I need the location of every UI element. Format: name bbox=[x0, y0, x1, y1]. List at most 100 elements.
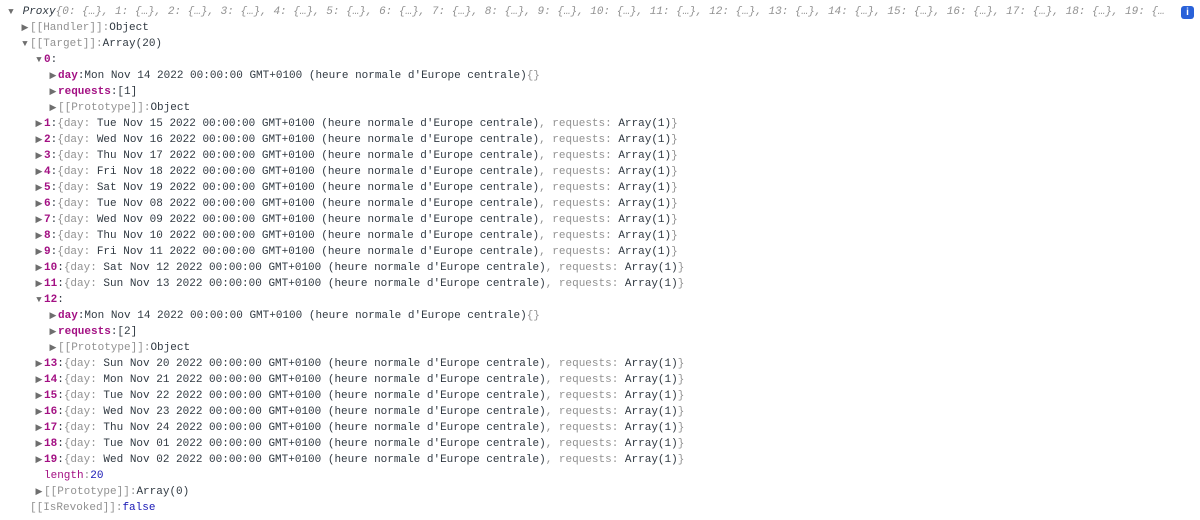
prop-value: [1] bbox=[117, 84, 137, 100]
disclosure-right-icon[interactable]: ▶ bbox=[34, 148, 44, 164]
disclosure-right-icon[interactable]: ▶ bbox=[34, 276, 44, 292]
object-preview: {} bbox=[527, 308, 540, 324]
disclosure-right-icon[interactable]: ▶ bbox=[34, 420, 44, 436]
index-label: 15 bbox=[44, 388, 57, 404]
prop-value: [2] bbox=[117, 324, 137, 340]
array-item-row[interactable]: ▶16: {day: Wed Nov 23 2022 00:00:00 GMT+… bbox=[6, 404, 1194, 420]
index-label: 7 bbox=[44, 212, 51, 228]
disclosure-right-icon[interactable]: ▶ bbox=[34, 228, 44, 244]
object-root-row[interactable]: ▼ Proxy {0: {…}, 1: {…}, 2: {…}, 3: {…},… bbox=[6, 4, 1194, 20]
disclosure-right-icon[interactable]: ▶ bbox=[34, 356, 44, 372]
array-item-row[interactable]: ▼ 12: bbox=[6, 292, 1194, 308]
object-preview: {day: Wed Nov 02 2022 00:00:00 GMT+0100 … bbox=[64, 452, 685, 468]
array-item-row[interactable]: ▶14: {day: Mon Nov 21 2022 00:00:00 GMT+… bbox=[6, 372, 1194, 388]
index-label: 8 bbox=[44, 228, 51, 244]
array-item-row[interactable]: ▶17: {day: Thu Nov 24 2022 00:00:00 GMT+… bbox=[6, 420, 1194, 436]
array-item-row[interactable]: ▶11: {day: Sun Nov 13 2022 00:00:00 GMT+… bbox=[6, 276, 1194, 292]
disclosure-right-icon[interactable]: ▶ bbox=[34, 116, 44, 132]
object-preview: {day: Sun Nov 20 2022 00:00:00 GMT+0100 … bbox=[64, 356, 685, 372]
disclosure-right-icon[interactable]: ▶ bbox=[34, 484, 44, 500]
property-row[interactable]: ▶ day: Mon Nov 14 2022 00:00:00 GMT+0100… bbox=[6, 68, 1194, 84]
index-label: 2 bbox=[44, 132, 51, 148]
array-item-row[interactable]: ▶3: {day: Thu Nov 17 2022 00:00:00 GMT+0… bbox=[6, 148, 1194, 164]
disclosure-right-icon[interactable]: ▶ bbox=[34, 404, 44, 420]
disclosure-right-icon[interactable]: ▶ bbox=[34, 196, 44, 212]
index-label: 11 bbox=[44, 276, 57, 292]
index-label: 17 bbox=[44, 420, 57, 436]
disclosure-right-icon[interactable]: ▶ bbox=[48, 324, 58, 340]
object-preview: {day: Wed Nov 09 2022 00:00:00 GMT+0100 … bbox=[57, 212, 678, 228]
index-label: 10 bbox=[44, 260, 57, 276]
object-preview: {day: Thu Nov 10 2022 00:00:00 GMT+0100 … bbox=[57, 228, 678, 244]
array-item-row[interactable]: ▶5: {day: Sat Nov 19 2022 00:00:00 GMT+0… bbox=[6, 180, 1194, 196]
object-preview: {day: Thu Nov 17 2022 00:00:00 GMT+0100 … bbox=[57, 148, 678, 164]
prop-value: Object bbox=[109, 20, 149, 36]
disclosure-down-icon[interactable]: ▼ bbox=[34, 292, 44, 308]
info-icon[interactable]: i bbox=[1181, 6, 1194, 19]
disclosure-right-icon[interactable]: ▶ bbox=[48, 340, 58, 356]
index-label: 9 bbox=[44, 244, 51, 260]
disclosure-right-icon[interactable]: ▶ bbox=[48, 100, 58, 116]
array-item-row[interactable]: ▶4: {day: Fri Nov 18 2022 00:00:00 GMT+0… bbox=[6, 164, 1194, 180]
object-preview: {day: Tue Nov 22 2022 00:00:00 GMT+0100 … bbox=[64, 388, 685, 404]
day-value: Mon Nov 14 2022 00:00:00 GMT+0100 (heure… bbox=[84, 68, 526, 84]
disclosure-down-icon[interactable]: ▼ bbox=[6, 4, 16, 20]
disclosure-right-icon[interactable]: ▶ bbox=[34, 388, 44, 404]
index-label: 0 bbox=[44, 52, 51, 68]
property-row[interactable]: ▶ requests: [1] bbox=[6, 84, 1194, 100]
array-item-row[interactable]: ▼ 0: bbox=[6, 52, 1194, 68]
array-item-row[interactable]: ▶18: {day: Tue Nov 01 2022 00:00:00 GMT+… bbox=[6, 436, 1194, 452]
prop-name: day bbox=[58, 68, 78, 84]
object-preview: {day: Sat Nov 12 2022 00:00:00 GMT+0100 … bbox=[64, 260, 685, 276]
object-preview: {day: Tue Nov 08 2022 00:00:00 GMT+0100 … bbox=[57, 196, 678, 212]
handler-row[interactable]: ▶ [[Handler]]: Object bbox=[6, 20, 1194, 36]
index-label: 4 bbox=[44, 164, 51, 180]
array-item-row[interactable]: ▶8: {day: Thu Nov 10 2022 00:00:00 GMT+0… bbox=[6, 228, 1194, 244]
disclosure-down-icon[interactable]: ▼ bbox=[20, 36, 30, 52]
array-item-row[interactable]: ▶10: {day: Sat Nov 12 2022 00:00:00 GMT+… bbox=[6, 260, 1194, 276]
property-row[interactable]: ▶ day: Mon Nov 14 2022 00:00:00 GMT+0100… bbox=[6, 308, 1194, 324]
disclosure-down-icon[interactable]: ▼ bbox=[34, 52, 44, 68]
prop-name: [[IsRevoked]] bbox=[30, 500, 116, 516]
disclosure-right-icon[interactable]: ▶ bbox=[48, 84, 58, 100]
property-row[interactable]: ▶ [[Prototype]]: Array(0) bbox=[6, 484, 1194, 500]
disclosure-right-icon[interactable]: ▶ bbox=[34, 260, 44, 276]
index-label: 5 bbox=[44, 180, 51, 196]
array-item-row[interactable]: ▶2: {day: Wed Nov 16 2022 00:00:00 GMT+0… bbox=[6, 132, 1194, 148]
object-preview: {day: Fri Nov 11 2022 00:00:00 GMT+0100 … bbox=[57, 244, 678, 260]
index-label: 1 bbox=[44, 116, 51, 132]
property-row[interactable]: length: 20 bbox=[6, 468, 1194, 484]
array-item-row[interactable]: ▶15: {day: Tue Nov 22 2022 00:00:00 GMT+… bbox=[6, 388, 1194, 404]
disclosure-right-icon[interactable]: ▶ bbox=[34, 452, 44, 468]
disclosure-right-icon[interactable]: ▶ bbox=[48, 308, 58, 324]
disclosure-right-icon[interactable]: ▶ bbox=[34, 436, 44, 452]
array-item-row[interactable]: ▶9: {day: Fri Nov 11 2022 00:00:00 GMT+0… bbox=[6, 244, 1194, 260]
property-row[interactable]: ▶ [[Prototype]]: Object bbox=[6, 100, 1194, 116]
disclosure-right-icon[interactable]: ▶ bbox=[20, 20, 30, 36]
disclosure-right-icon[interactable]: ▶ bbox=[34, 164, 44, 180]
prop-name: length bbox=[44, 468, 84, 484]
disclosure-right-icon[interactable]: ▶ bbox=[34, 372, 44, 388]
index-label: 16 bbox=[44, 404, 57, 420]
disclosure-right-icon[interactable]: ▶ bbox=[48, 68, 58, 84]
array-item-row[interactable]: ▶1: {day: Tue Nov 15 2022 00:00:00 GMT+0… bbox=[6, 116, 1194, 132]
object-preview: {day: Fri Nov 18 2022 00:00:00 GMT+0100 … bbox=[57, 164, 678, 180]
prop-name: [[Prototype]] bbox=[44, 484, 130, 500]
array-item-row[interactable]: ▶6: {day: Tue Nov 08 2022 00:00:00 GMT+0… bbox=[6, 196, 1194, 212]
prop-name: requests bbox=[58, 324, 111, 340]
target-row[interactable]: ▼ [[Target]]: Array(20) bbox=[6, 36, 1194, 52]
array-item-row[interactable]: ▶7: {day: Wed Nov 09 2022 00:00:00 GMT+0… bbox=[6, 212, 1194, 228]
array-item-row[interactable]: ▶19: {day: Wed Nov 02 2022 00:00:00 GMT+… bbox=[6, 452, 1194, 468]
property-row[interactable]: [[IsRevoked]]: false bbox=[6, 500, 1194, 516]
object-preview: {day: Wed Nov 23 2022 00:00:00 GMT+0100 … bbox=[64, 404, 685, 420]
disclosure-right-icon[interactable]: ▶ bbox=[34, 132, 44, 148]
disclosure-right-icon[interactable]: ▶ bbox=[34, 244, 44, 260]
array-item-row[interactable]: ▶13: {day: Sun Nov 20 2022 00:00:00 GMT+… bbox=[6, 356, 1194, 372]
index-label: 14 bbox=[44, 372, 57, 388]
object-preview: {day: Sat Nov 19 2022 00:00:00 GMT+0100 … bbox=[57, 180, 678, 196]
disclosure-right-icon[interactable]: ▶ bbox=[34, 212, 44, 228]
property-row[interactable]: ▶ [[Prototype]]: Object bbox=[6, 340, 1194, 356]
disclosure-right-icon[interactable]: ▶ bbox=[34, 180, 44, 196]
index-label: 18 bbox=[44, 436, 57, 452]
property-row[interactable]: ▶ requests: [2] bbox=[6, 324, 1194, 340]
